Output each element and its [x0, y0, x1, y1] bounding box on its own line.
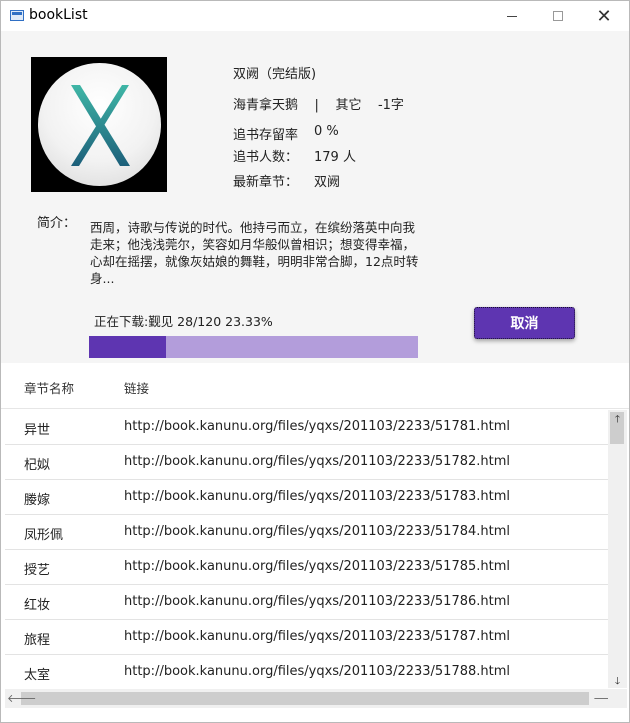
table-row[interactable]: 凤形佩 http://book.kanunu.org/files/yqxs/20…: [5, 515, 608, 550]
book-author-line: 海青拿天鹅 | 其它 -1字: [233, 98, 404, 113]
chapter-list: 异世 http://book.kanunu.org/files/yqxs/201…: [1, 410, 608, 688]
scroll-left-icon[interactable]: 🡐: [7, 691, 37, 705]
chapter-link: http://book.kanunu.org/files/yqxs/201103…: [124, 559, 511, 574]
readers-label: 追书人数：: [233, 150, 299, 165]
chapter-name: 媵嫁: [24, 493, 51, 508]
vertical-scrollbar[interactable]: 🡑 🡓: [608, 410, 627, 688]
chapter-name: 凤形佩: [24, 528, 64, 543]
chapter-link: http://book.kanunu.org/files/yqxs/201103…: [124, 629, 511, 644]
chapter-link: http://book.kanunu.org/files/yqxs/201103…: [124, 524, 511, 539]
scroll-up-icon[interactable]: 🡑: [608, 412, 627, 426]
book-info-panel: 双阙（完结版) 海青拿天鹅 | 其它 -1字 追书存留率 0 % 追书人数： 1…: [1, 31, 629, 363]
minimize-icon: [507, 15, 517, 17]
window-title: bookList: [29, 7, 88, 23]
chapter-name: 旅程: [24, 633, 51, 648]
intro-text: 西周，诗歌与传说的时代。他持弓而立，在缤纷落英中向我走来；他浅浅莞尔，笑容如月华…: [90, 220, 419, 286]
chapter-name: 异世: [24, 423, 51, 438]
chapter-name: 太室: [24, 668, 51, 683]
chapter-name: 授艺: [24, 563, 51, 578]
chapter-link: http://book.kanunu.org/files/yqxs/201103…: [124, 664, 511, 679]
horizontal-scrollbar[interactable]: 🡐 🡒: [5, 689, 623, 708]
table-row[interactable]: 红妆 http://book.kanunu.org/files/yqxs/201…: [5, 585, 608, 620]
download-progress-fill: [89, 336, 166, 358]
latest-chapter-label: 最新章节：: [233, 175, 299, 190]
table-row[interactable]: 授艺 http://book.kanunu.org/files/yqxs/201…: [5, 550, 608, 585]
table-row[interactable]: 太室 http://book.kanunu.org/files/yqxs/201…: [5, 655, 608, 688]
maximize-icon: [553, 11, 563, 21]
scroll-down-icon[interactable]: 🡓: [608, 674, 627, 688]
scrollbar-corner: [608, 689, 627, 708]
chapter-name: 杞姒: [24, 458, 51, 473]
chapter-link: http://book.kanunu.org/files/yqxs/201103…: [124, 489, 511, 504]
title-bar[interactable]: bookList ✕: [1, 1, 629, 31]
retention-value: 0 %: [314, 124, 339, 139]
download-status: 正在下载:觐见 28/120 23.33%: [94, 314, 273, 329]
horizontal-scroll-thumb[interactable]: [21, 692, 589, 705]
book-title: 双阙（完结版): [233, 67, 317, 82]
table-row[interactable]: 媵嫁 http://book.kanunu.org/files/yqxs/201…: [5, 480, 608, 515]
app-window-icon: [10, 10, 24, 21]
download-progress-bar: [89, 336, 418, 358]
app-window: bookList ✕ 双阙（完结版) 海青拿天鹅 | 其它 -1字 追书存留率 …: [0, 0, 630, 723]
chapter-link: http://book.kanunu.org/files/yqxs/201103…: [124, 419, 511, 434]
maximize-button[interactable]: [535, 1, 581, 31]
chapter-link: http://book.kanunu.org/files/yqxs/201103…: [124, 594, 511, 609]
chapter-name: 红妆: [24, 598, 51, 613]
close-button[interactable]: ✕: [581, 1, 627, 31]
readers-value: 179 人: [314, 150, 356, 165]
column-header-link[interactable]: 链接: [124, 378, 149, 397]
table-row[interactable]: 异世 http://book.kanunu.org/files/yqxs/201…: [5, 410, 608, 445]
book-cover-image: [31, 57, 167, 192]
latest-chapter-value: 双阙: [314, 175, 341, 190]
chapter-table-header: 章节名称 链接: [1, 363, 629, 409]
table-row[interactable]: 杞姒 http://book.kanunu.org/files/yqxs/201…: [5, 445, 608, 480]
cover-x-logo: [38, 63, 161, 186]
minimize-button[interactable]: [489, 1, 535, 31]
column-header-chapter-name[interactable]: 章节名称: [24, 378, 74, 397]
close-icon: ✕: [596, 5, 612, 27]
retention-label: 追书存留率: [233, 128, 299, 143]
chapter-link: http://book.kanunu.org/files/yqxs/201103…: [124, 454, 511, 469]
cancel-button[interactable]: 取消: [474, 307, 575, 339]
intro-label: 简介：: [37, 216, 77, 231]
table-row[interactable]: 旅程 http://book.kanunu.org/files/yqxs/201…: [5, 620, 608, 655]
